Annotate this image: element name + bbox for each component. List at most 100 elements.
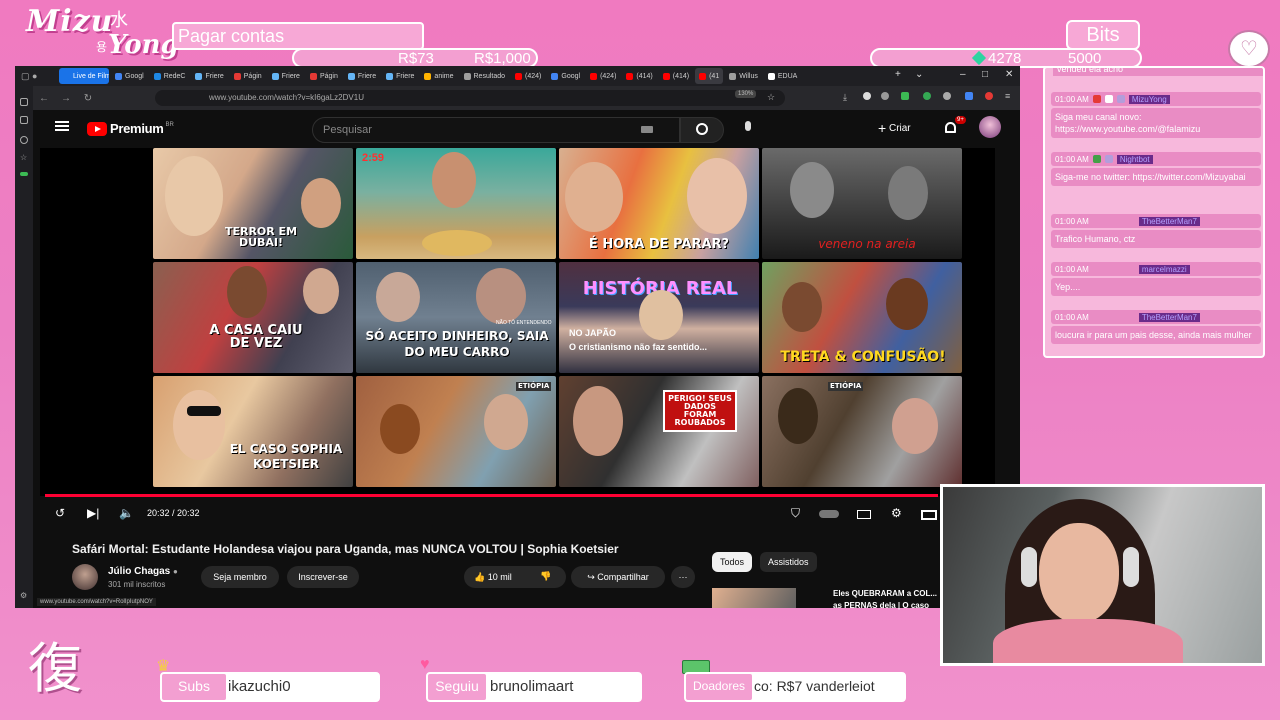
- browser-tab[interactable]: (414): [622, 68, 656, 84]
- browser-tab[interactable]: Googl: [111, 68, 148, 84]
- browser-tab[interactable]: (41: [695, 68, 724, 84]
- sidebar-icon[interactable]: [20, 116, 28, 124]
- chat-username[interactable]: TheBetterMan7: [1138, 216, 1200, 226]
- suggested-video[interactable]: EL CASO SOPHIA KOETSIER: [153, 376, 353, 487]
- next-icon[interactable]: ▶|: [87, 506, 99, 520]
- extension-icon[interactable]: [863, 92, 871, 100]
- dislike-button[interactable]: 👎: [540, 571, 551, 582]
- sidebar-icon[interactable]: [20, 98, 28, 106]
- microphone-icon[interactable]: [745, 121, 751, 131]
- subscribe-button[interactable]: Inscrever-se: [287, 566, 359, 588]
- suggested-video[interactable]: veneno na areia: [762, 148, 962, 259]
- forward-icon[interactable]: →: [59, 93, 73, 104]
- volume-icon[interactable]: 🔈: [119, 506, 134, 520]
- browser-tab[interactable]: Resultado: [460, 68, 510, 84]
- browser-tab[interactable]: Friere: [268, 68, 304, 84]
- chat-username[interactable]: MizuYong: [1128, 94, 1170, 104]
- browser-tab[interactable]: Googl: [547, 68, 584, 84]
- channel-avatar[interactable]: [72, 564, 98, 590]
- chat-message-text: Yep....: [1051, 278, 1261, 296]
- suggested-video[interactable]: 2:59: [356, 148, 556, 259]
- browser-tab[interactable]: Live de Filmes: [59, 68, 109, 84]
- suggested-video[interactable]: TRETA & CONFUSÃO!: [762, 262, 962, 373]
- download-icon[interactable]: ⤓: [843, 92, 847, 103]
- browser-tab[interactable]: Friere: [382, 68, 418, 84]
- video-player[interactable]: TERROR EM DUBAI! 2:59 É HORA DE PARAR? v…: [40, 148, 995, 496]
- related-tab-all[interactable]: Todos: [712, 552, 753, 572]
- maximize-button[interactable]: □: [982, 69, 988, 80]
- browser-tab[interactable]: anime: [420, 68, 457, 84]
- keyboard-icon[interactable]: [641, 126, 653, 133]
- browser-tab[interactable]: Págin: [230, 68, 266, 84]
- history-icon[interactable]: [20, 136, 28, 144]
- minimize-button[interactable]: –: [960, 69, 966, 80]
- user-avatar[interactable]: [979, 116, 1001, 138]
- suggested-video[interactable]: TERROR EM DUBAI!: [153, 148, 353, 259]
- related-tab-watched[interactable]: Assistidos: [760, 552, 817, 572]
- join-button[interactable]: Seja membro: [201, 566, 279, 588]
- extension-icon[interactable]: [965, 92, 973, 100]
- youtube-logo[interactable]: Premium BR: [87, 121, 174, 136]
- more-actions-button[interactable]: ···: [671, 566, 695, 588]
- shield-icon[interactable]: ⛉: [791, 506, 800, 521]
- suggested-video[interactable]: A CASA CAIU DE VEZ: [153, 262, 353, 373]
- autoplay-toggle[interactable]: [819, 510, 839, 518]
- search-input[interactable]: Pesquisar: [312, 117, 680, 143]
- settings-icon[interactable]: ⚙: [891, 506, 902, 520]
- tab-favicon-icon: [551, 72, 559, 80]
- reload-icon[interactable]: ↻: [81, 93, 95, 104]
- extension-icon[interactable]: [923, 92, 931, 100]
- suggested-video[interactable]: HISTÓRIA REAL NO JAPÃO O cristianismo nã…: [559, 262, 759, 373]
- menu-icon[interactable]: ≡: [1005, 91, 1010, 101]
- channel-name-wrap[interactable]: Júlio Chagas ●: [108, 566, 178, 577]
- like-button[interactable]: 👍 10 mil: [474, 572, 512, 582]
- chat-username[interactable]: TheBetterMan7: [1138, 312, 1200, 322]
- browser-tab[interactable]: (424): [586, 68, 620, 84]
- related-video-thumbnail[interactable]: [712, 588, 796, 608]
- back-icon[interactable]: ←: [37, 93, 51, 104]
- extension-icon[interactable]: [901, 92, 909, 100]
- related-video-title[interactable]: Eles QUEBRARAM a COL... as PERNAS dela |…: [833, 588, 943, 612]
- notifications-bell-icon[interactable]: [945, 122, 956, 133]
- hamburger-menu-icon[interactable]: [55, 121, 69, 131]
- zoom-level[interactable]: 130%: [735, 90, 757, 98]
- browser-tab[interactable]: Págin: [306, 68, 342, 84]
- search-button[interactable]: [680, 117, 724, 143]
- browser-tab[interactable]: (414): [659, 68, 693, 84]
- suggested-video[interactable]: PERIGO! SEUS DADOS FORAM ROUBADOS: [559, 376, 759, 487]
- extension-icon[interactable]: [985, 92, 993, 100]
- suggested-video[interactable]: ETIÓPIA: [762, 376, 962, 487]
- browser-tab[interactable]: Willus: [725, 68, 762, 84]
- browser-tab[interactable]: Friere: [191, 68, 227, 84]
- replay-icon[interactable]: ↺: [55, 506, 65, 520]
- video-progress-bar[interactable]: [45, 494, 938, 497]
- tab-list-dropdown-icon[interactable]: ⌄: [915, 69, 923, 80]
- miniplayer-icon[interactable]: [921, 510, 937, 520]
- star-icon[interactable]: ☆: [20, 154, 28, 162]
- channel-subscribers: 301 mil inscritos: [108, 580, 166, 589]
- browser-tab[interactable]: RedeC: [150, 68, 190, 84]
- browser-tab[interactable]: (424): [511, 68, 545, 84]
- chat-username[interactable]: Nightbot: [1116, 154, 1153, 164]
- chat-username[interactable]: marcelmazzi: [1138, 264, 1190, 274]
- heart-bubble-icon: ♡: [1228, 30, 1270, 68]
- sidebar-icon[interactable]: [20, 172, 28, 176]
- share-button[interactable]: ↪ Compartilhar: [571, 566, 665, 588]
- browser-tab[interactable]: Friere: [344, 68, 380, 84]
- extension-icon[interactable]: [881, 92, 889, 100]
- tab-favicon-icon: [729, 72, 737, 80]
- tab-actions-icon[interactable]: ▢ ●: [15, 71, 59, 82]
- browser-tab[interactable]: EDUA: [764, 68, 801, 84]
- settings-gear-icon[interactable]: ⚙: [20, 592, 28, 600]
- captions-icon[interactable]: [857, 510, 871, 519]
- bookmark-star-icon[interactable]: ☆: [767, 92, 775, 103]
- suggested-video[interactable]: ETIÓPIA: [356, 376, 556, 487]
- address-field[interactable]: www.youtube.com/watch?v=kI6gaLz2DV1U: [155, 90, 785, 106]
- suggested-video[interactable]: É HORA DE PARAR?: [559, 148, 759, 259]
- close-window-button[interactable]: ✕: [1005, 69, 1013, 80]
- headphone-icon: [1123, 547, 1139, 587]
- new-tab-button[interactable]: +: [895, 69, 901, 80]
- extension-icon[interactable]: [943, 92, 951, 100]
- create-button[interactable]: + Criar: [878, 120, 911, 136]
- suggested-video[interactable]: NÃO TÔ ENTENDENDO SÓ ACEITO DINHEIRO, SA…: [356, 262, 556, 373]
